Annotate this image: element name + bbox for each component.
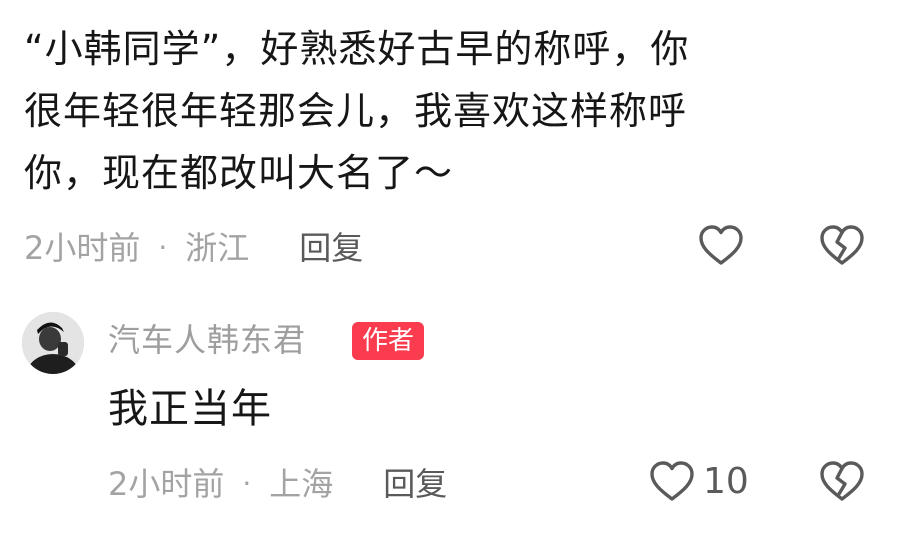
reply-location: 上海 bbox=[269, 465, 334, 503]
reply-reply-button[interactable]: 回复 bbox=[383, 464, 447, 504]
like-count: 10 bbox=[703, 461, 749, 502]
heart-outline-icon[interactable] bbox=[697, 222, 745, 270]
comment-time: 2小时前 bbox=[24, 229, 141, 267]
reply-username[interactable]: 汽车人韩东君 bbox=[108, 320, 306, 360]
comment-text: “小韩同学”，好熟悉好古早的称呼，你 很年轻很年轻那会儿，我喜欢这样称呼 你，现… bbox=[24, 18, 844, 204]
comment-reply-button[interactable]: 回复 bbox=[299, 228, 363, 268]
reply-time: 2小时前 bbox=[108, 465, 225, 503]
comment-location: 浙江 bbox=[185, 229, 250, 267]
broken-heart-icon[interactable] bbox=[818, 458, 866, 506]
comment-line-1: “小韩同学”，好熟悉好古早的称呼，你 bbox=[24, 27, 690, 71]
broken-heart-icon[interactable] bbox=[818, 222, 866, 270]
author-badge: 作者 bbox=[352, 322, 425, 360]
comment-meta: 2小时前 · 浙江 回复 bbox=[24, 226, 363, 268]
reply-meta: 2小时前 · 上海 回复 bbox=[108, 462, 447, 504]
comment-line-3: 你，现在都改叫大名了～ bbox=[24, 151, 454, 195]
meta-separator: · bbox=[242, 467, 252, 500]
heart-outline-icon[interactable] bbox=[648, 458, 696, 506]
reply-text: 我正当年 bbox=[108, 386, 272, 432]
comment-line-2: 很年轻很年轻那会儿，我喜欢这样称呼 bbox=[24, 89, 688, 133]
meta-separator: · bbox=[158, 231, 168, 264]
avatar[interactable] bbox=[22, 312, 84, 374]
